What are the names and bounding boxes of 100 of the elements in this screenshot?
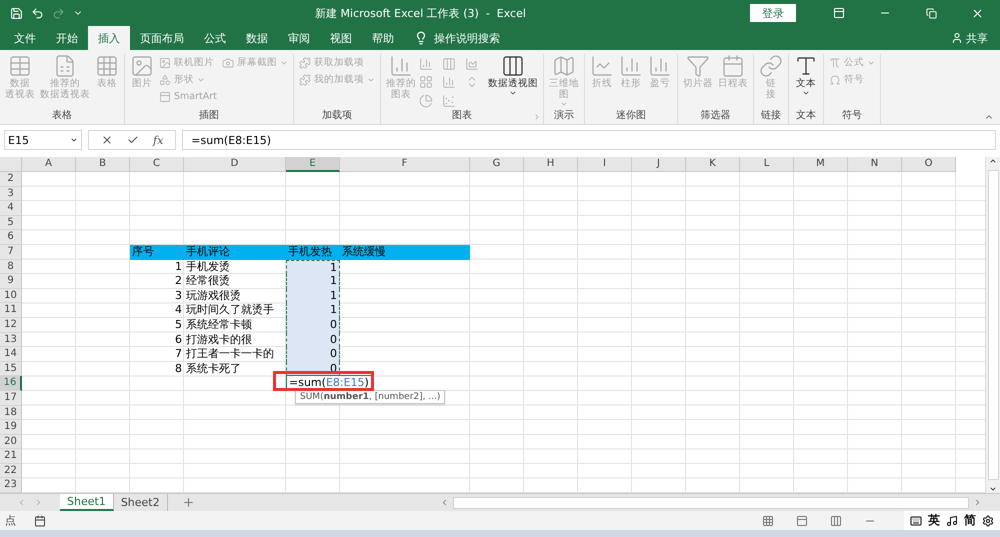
- table-cell-text: 打游戏卡的很: [185, 332, 253, 348]
- table-cell-text: 4: [174, 303, 183, 318]
- row-header[interactable]: 13: [0, 332, 22, 348]
- line-chart-icon: [590, 54, 614, 78]
- row-header[interactable]: 14: [0, 347, 22, 362]
- save-icon[interactable]: [10, 6, 23, 20]
- row-header[interactable]: 17: [0, 390, 22, 406]
- settings-icon[interactable]: [982, 514, 994, 526]
- table-cell-text: 1: [174, 260, 183, 274]
- bar-chart-icon: [388, 54, 413, 78]
- ribbon-tab[interactable]: 页面布局: [130, 26, 194, 50]
- table-cell: 1: [286, 303, 340, 318]
- row-header[interactable]: 3: [0, 186, 22, 202]
- row-header[interactable]: 10: [0, 288, 22, 304]
- page-break-icon[interactable]: [830, 514, 842, 526]
- login-button[interactable]: 登录: [750, 4, 796, 22]
- row-header[interactable]: 21: [0, 449, 22, 464]
- ribbon-tab[interactable]: 公式: [194, 26, 236, 50]
- note-icon[interactable]: [946, 514, 958, 526]
- column-header[interactable]: E: [286, 157, 340, 172]
- ribbon-button[interactable]: 数据透视图: [486, 54, 540, 109]
- name-box[interactable]: E15: [4, 130, 82, 150]
- macro-icon[interactable]: [34, 514, 46, 526]
- table-cell-text: 2: [174, 274, 183, 289]
- ribbon-tab[interactable]: 审阅: [278, 26, 320, 50]
- row-header[interactable]: 8: [0, 260, 22, 274]
- row-header[interactable]: 4: [0, 201, 22, 216]
- ribbon-tab[interactable]: 数据: [236, 26, 278, 50]
- row-header[interactable]: 18: [0, 406, 22, 420]
- puzzle-icon: [298, 56, 311, 68]
- row-header[interactable]: 5: [0, 216, 22, 230]
- formula-field[interactable]: =sum(E8:E15): [182, 130, 996, 150]
- row-header[interactable]: 11: [0, 303, 22, 318]
- cancel-icon[interactable]: [101, 134, 113, 146]
- row-header[interactable]: 12: [0, 318, 22, 333]
- page-layout-icon[interactable]: [796, 514, 808, 526]
- scroll-down-icon[interactable]: [989, 485, 997, 493]
- ribbon-tab[interactable]: 文件: [4, 26, 46, 50]
- shapes-icon: [159, 74, 171, 86]
- column-header[interactable]: C: [130, 157, 184, 172]
- vertical-scrollbar[interactable]: [985, 157, 1000, 493]
- scroll-right-icon[interactable]: [973, 498, 982, 507]
- ribbon-button[interactable]: 文本: [792, 54, 820, 109]
- table-cell: 1: [286, 288, 340, 304]
- column-header[interactable]: H: [524, 157, 578, 172]
- table-cell-text: 3: [174, 288, 183, 304]
- row-header[interactable]: 19: [0, 420, 22, 435]
- row-header[interactable]: 22: [0, 464, 22, 478]
- normal-view-icon[interactable]: [762, 514, 774, 526]
- row-header[interactable]: 20: [0, 434, 22, 450]
- column-header[interactable]: B: [76, 157, 130, 172]
- window-title: 新建 Microsoft Excel 工作表 (3) - Excel: [314, 6, 527, 20]
- puzzle-icon: [298, 74, 311, 86]
- share-button[interactable]: 共享: [951, 30, 988, 46]
- column-header[interactable]: G: [470, 157, 524, 172]
- column-header[interactable]: L: [740, 157, 794, 172]
- row-header[interactable]: 15: [0, 362, 22, 376]
- row-header[interactable]: 6: [0, 230, 22, 245]
- check-icon[interactable]: [127, 134, 139, 146]
- function-tooltip: SUM(number1, [number2], ...): [295, 390, 446, 404]
- map-icon: [552, 54, 576, 78]
- ime-script[interactable]: 简: [964, 512, 976, 529]
- keyboard-icon[interactable]: [910, 514, 922, 526]
- table-cell-text: 8: [174, 362, 183, 376]
- table-cell-text: 经常很烫: [185, 274, 231, 289]
- ribbon-tab[interactable]: 开始: [46, 26, 88, 50]
- scroll-left-icon[interactable]: [440, 498, 449, 507]
- column-header[interactable]: A: [22, 157, 76, 172]
- bar-chart-icon: [648, 54, 672, 78]
- row-header[interactable]: 7: [0, 244, 22, 260]
- row-header[interactable]: 16: [0, 376, 22, 391]
- ribbon-tab[interactable]: 视图: [320, 26, 362, 50]
- table-cell: 0: [286, 332, 340, 348]
- ribbon-tab[interactable]: 帮助: [362, 26, 404, 50]
- table-cell: 0: [286, 318, 340, 333]
- column-header[interactable]: M: [794, 157, 848, 172]
- column-header[interactable]: I: [578, 157, 632, 172]
- tell-me-search[interactable]: 操作说明搜索: [434, 30, 500, 46]
- column-header[interactable]: N: [848, 157, 902, 172]
- column-header[interactable]: F: [340, 157, 470, 172]
- sheet-tab[interactable]: Sheet1: [60, 494, 114, 511]
- table-cell-text: 打王者一卡一卡的: [185, 347, 275, 362]
- caret-icon[interactable]: [70, 136, 78, 144]
- pi-icon: [828, 56, 841, 68]
- scroll-up-icon[interactable]: [989, 157, 997, 165]
- table-cell-text: 6: [174, 332, 183, 348]
- group-label: 加载项: [322, 109, 352, 123]
- column-header[interactable]: J: [632, 157, 686, 172]
- undo-icon[interactable]: [31, 6, 44, 20]
- table-cell: 1: [286, 274, 340, 289]
- row-header[interactable]: 9: [0, 274, 22, 289]
- column-header[interactable]: D: [184, 157, 286, 172]
- row-header[interactable]: 2: [0, 172, 22, 187]
- column-header[interactable]: O: [902, 157, 956, 172]
- header-cell: 手机发热: [286, 244, 340, 260]
- insert-function-button[interactable]: fx: [153, 134, 164, 146]
- ime-mode[interactable]: 英: [928, 512, 940, 529]
- row-header[interactable]: 23: [0, 478, 22, 493]
- column-header[interactable]: K: [686, 157, 740, 172]
- ribbon-tab[interactable]: 插入: [88, 26, 130, 50]
